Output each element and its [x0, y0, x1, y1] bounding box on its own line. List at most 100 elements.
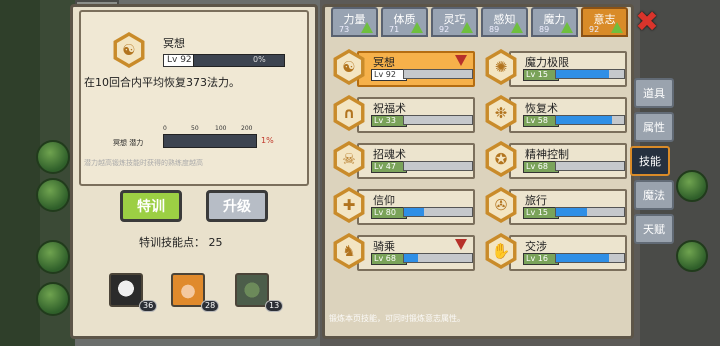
skill-name: 骑乘 [373, 240, 395, 253]
skill-progress-bar [555, 207, 625, 217]
skill-card: 招魂术 Lv 47 [357, 143, 475, 179]
skill-card: 冥想 Lv 92 [357, 51, 475, 87]
skill-progress-bar [193, 54, 285, 67]
skill-card: 信仰 Lv 80 [357, 189, 475, 225]
skill-row[interactable]: 恢复术 Lv 58 ❉ [483, 93, 627, 133]
attribute-value: 92 [589, 25, 600, 34]
skill-name: 旅行 [525, 194, 547, 207]
attribute-tab[interactable]: 体质 71 [381, 7, 428, 37]
train-button[interactable]: 特训 [120, 190, 182, 222]
tick-label: 200 [241, 125, 253, 132]
skill-list-panel: 力量 73 体质 71 灵巧 92 感知 89 魔力 89 意志 92 冥想 Lv 92 ☯ 魔力极限 Lv … [322, 4, 634, 339]
skill-name: 冥想 [163, 37, 185, 50]
skill-row[interactable]: 交涉 Lv 16 ✋ [483, 231, 627, 271]
side-tab[interactable]: 属性 [634, 112, 674, 142]
companion-count: 36 [139, 300, 158, 312]
skill-level: Lv 68 [523, 161, 559, 173]
training-points: 特训技能点： 25 [139, 236, 223, 249]
skill-row[interactable]: 骑乘 Lv 68 ♞ [331, 231, 475, 271]
skill-grid: 冥想 Lv 92 ☯ 魔力极限 Lv 15 ✺ 祝福术 Lv 33 ∩ 恢复术 Lv 58 ❉ 招魂术 L… [331, 47, 631, 277]
skill-row[interactable]: 冥想 Lv 92 ☯ [331, 47, 475, 87]
girl-avatar [171, 273, 205, 307]
companion-slot[interactable]: 28 [171, 273, 220, 312]
side-tab[interactable]: 魔法 [634, 180, 674, 210]
potential-note: 潜力越高锻炼技能时获得的熟练度越高 [84, 159, 203, 167]
skill-info-box: ☯ 冥想 Lv 92 0% 在10回合内平均恢复373法力。 冥想 潜力 0 5… [79, 10, 309, 186]
skill-card: 精神控制 Lv 68 [509, 143, 627, 179]
skill-progress-bar [403, 69, 473, 79]
skill-name: 交涉 [525, 240, 547, 253]
attribute-tab[interactable]: 感知 89 [481, 7, 528, 37]
skill-card: 祝福术 Lv 33 [357, 97, 475, 133]
skill-level: Lv 80 [371, 207, 407, 219]
warning-arrow-icon [455, 239, 467, 250]
upgrade-button[interactable]: 升级 [206, 190, 268, 222]
skill-row[interactable]: 祝福术 Lv 33 ∩ [331, 93, 475, 133]
skill-progress-bar [555, 69, 625, 79]
skill-row[interactable]: 旅行 Lv 15 ✇ [483, 185, 627, 225]
side-tab[interactable]: 道具 [634, 78, 674, 108]
side-tab-label: 技能 [639, 155, 661, 168]
close-icon[interactable]: ✖ [634, 5, 660, 38]
meditation-icon: ☯ [113, 32, 145, 68]
potential-percent: 1% [261, 136, 274, 145]
attribute-tabs: 力量 73 体质 71 灵巧 92 感知 89 魔力 89 意志 92 [331, 7, 631, 39]
skill-name: 祝福术 [373, 102, 406, 115]
increase-arrow-icon [511, 22, 523, 33]
attribute-value: 89 [539, 25, 550, 34]
tick-label: 100 [215, 125, 227, 132]
tree [36, 178, 70, 212]
increase-arrow-icon [611, 22, 623, 33]
attribute-value: 71 [389, 25, 400, 34]
tree [36, 282, 70, 316]
tree [676, 170, 708, 202]
skill-progress-bar [555, 253, 625, 263]
skill-progress-bar [403, 207, 473, 217]
skill-card: 交涉 Lv 16 [509, 235, 627, 271]
companion-slot[interactable]: 36 [109, 273, 158, 312]
skill-progress-bar [403, 253, 473, 263]
skill-level: Lv 33 [371, 115, 407, 127]
skill-row[interactable]: 精神控制 Lv 68 ✪ [483, 139, 627, 179]
side-tab-label: 属性 [643, 121, 665, 134]
side-tab[interactable]: 技能 [630, 146, 670, 176]
attribute-tab[interactable]: 力量 73 [331, 7, 378, 37]
tree [36, 140, 70, 174]
attribute-tab[interactable]: 灵巧 92 [431, 7, 478, 37]
skill-name: 信仰 [373, 194, 395, 207]
increase-arrow-icon [411, 22, 423, 33]
tree [676, 240, 708, 272]
skill-level: Lv 16 [523, 253, 559, 265]
skill-level: Lv 47 [371, 161, 407, 173]
skill-progress-bar [555, 161, 625, 171]
skill-name: 精神控制 [525, 148, 569, 161]
skill-level: Lv 92 [371, 69, 407, 81]
skill-level: Lv 68 [371, 253, 407, 265]
skill-card: 骑乘 Lv 68 [357, 235, 475, 271]
skill-level: Lv 15 [523, 207, 559, 219]
attribute-tab[interactable]: 魔力 89 [531, 7, 578, 37]
skill-row[interactable]: 信仰 Lv 80 ✚ [331, 185, 475, 225]
side-tab[interactable]: 天赋 [634, 214, 674, 244]
warning-arrow-icon [455, 55, 467, 66]
skill-progress-bar [403, 161, 473, 171]
companion-slot[interactable]: 13 [235, 273, 284, 312]
footer-hint: 锻炼本页技能，可同时锻炼意志属性。 [329, 314, 465, 323]
side-tab-label: 天赋 [643, 223, 665, 236]
increase-arrow-icon [461, 22, 473, 33]
attribute-value: 89 [489, 25, 500, 34]
attribute-tab[interactable]: 意志 92 [581, 7, 628, 37]
skill-row[interactable]: 魔力极限 Lv 15 ✺ [483, 47, 627, 87]
skill-card: 旅行 Lv 15 [509, 189, 627, 225]
skill-row[interactable]: 招魂术 Lv 47 ☠ [331, 139, 475, 179]
skill-progress-bar [555, 115, 625, 125]
side-tabs: 道具属性技能魔法天赋 [630, 78, 678, 248]
skill-description: 在10回合内平均恢复373法力。 [84, 76, 240, 89]
tick-label: 0 [163, 125, 167, 132]
companion-count: 13 [265, 300, 284, 312]
side-tab-label: 道具 [643, 87, 665, 100]
skill-progress-text: 0% [253, 55, 266, 64]
skill-progress-bar [403, 115, 473, 125]
skill-name: 魔力极限 [525, 56, 569, 69]
companion-count: 28 [201, 300, 220, 312]
